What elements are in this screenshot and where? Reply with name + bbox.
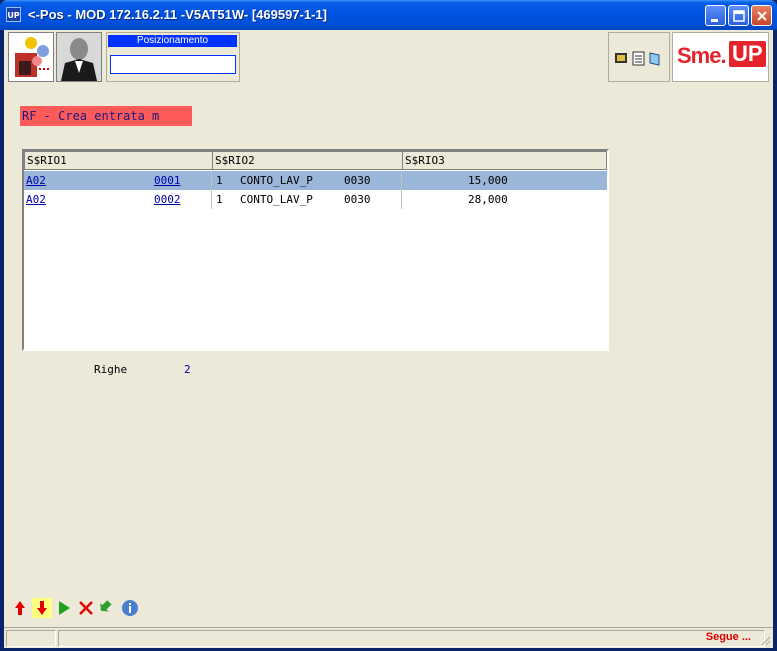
cancel-button[interactable] [76,598,96,618]
close-button[interactable] [751,5,772,26]
app-window: UP <-Pos - MOD 172.16.2.11 -V5AT51W- [46… [0,0,777,651]
column-header-rio3[interactable]: S$RIO3 [402,151,607,170]
row-value: 15,000 [468,174,508,187]
maximize-icon [733,10,745,22]
row-count-value: 2 [184,363,191,376]
bottom-toolbar [10,598,190,620]
positioning-label: Posizionamento [108,35,237,47]
book-icon[interactable] [649,52,660,66]
arrow-up-icon [15,601,25,615]
minimize-button[interactable] [705,5,726,26]
info-button[interactable] [120,598,140,618]
cell-rio1[interactable]: A02 0001 [24,171,212,190]
positioning-input[interactable] [110,55,236,74]
status-bar: Segue ... [4,627,773,648]
maximize-button[interactable] [728,5,749,26]
tool-icons [615,51,660,66]
arrow-down-button[interactable] [32,598,52,618]
next-page-label[interactable]: Segue ... [706,631,751,643]
row-number-link[interactable]: 0002 [154,190,181,209]
row-code-link[interactable]: A02 [26,190,46,209]
column-header-rio1[interactable]: S$RIO1 [24,151,213,170]
info-icon [122,600,138,616]
person-photo-icon [57,33,101,81]
cell-rio1[interactable]: A02 0002 [24,190,212,209]
data-grid: S$RIO1 S$RIO2 S$RIO3 A02 0001 1 CONTO_LA… [22,149,609,351]
close-x-icon [79,601,93,615]
play-button[interactable] [54,598,74,618]
row-desc: CONTO_LAV_P [240,174,313,187]
return-arrow-icon [100,600,112,612]
objects-tool-button[interactable] [8,32,54,82]
row-desc: CONTO_LAV_P [240,193,313,206]
title-bar[interactable]: UP <-Pos - MOD 172.16.2.11 -V5AT51W- [46… [0,0,777,30]
arrow-up-button[interactable] [10,598,30,618]
objects-icon [15,37,51,77]
grid-header: S$RIO1 S$RIO2 S$RIO3 [24,151,607,171]
close-icon [757,11,767,21]
play-icon [59,601,70,615]
app-icon: UP [6,7,21,22]
column-header-rio2[interactable]: S$RIO2 [212,151,403,170]
logo-badge: UP [729,41,766,67]
row-qty: 1 [216,193,223,206]
status-panel-left [6,630,56,647]
cell-rio2: 1 CONTO_LAV_P 0030 [212,171,402,190]
row-qty: 1 [216,174,223,187]
monitor-icon[interactable] [615,53,627,63]
row-value: 28,000 [468,193,508,206]
cell-rio2: 1 CONTO_LAV_P 0030 [212,190,402,209]
user-avatar[interactable] [56,32,102,82]
status-panel-main [58,630,765,647]
minimize-icon [711,19,718,22]
resize-grip-icon[interactable] [759,634,771,646]
arrow-down-icon [37,601,47,615]
back-button[interactable] [98,598,118,618]
top-toolbar: Posizionamento Sme. UP [4,30,773,85]
logo-text: Sme. [677,43,727,68]
cell-rio3: 15,000 [402,171,607,190]
table-row[interactable]: A02 0001 1 CONTO_LAV_P 0030 15,000 [24,171,607,190]
form-header-label: RF - Crea entrata m [20,106,192,126]
row-count-label: Righe [94,363,128,376]
smeup-logo: Sme. UP [672,32,769,82]
row-op: 0030 [344,174,371,187]
document-icon[interactable] [632,51,645,66]
client-area: Posizionamento Sme. UP RF - Crea entrata… [4,30,773,648]
table-row[interactable]: A02 0002 1 CONTO_LAV_P 0030 28,000 [24,190,607,209]
right-tool-group [608,32,670,82]
cell-rio3: 28,000 [402,190,607,209]
window-title: <-Pos - MOD 172.16.2.11 -V5AT51W- [46959… [28,7,327,22]
row-op: 0030 [344,193,371,206]
